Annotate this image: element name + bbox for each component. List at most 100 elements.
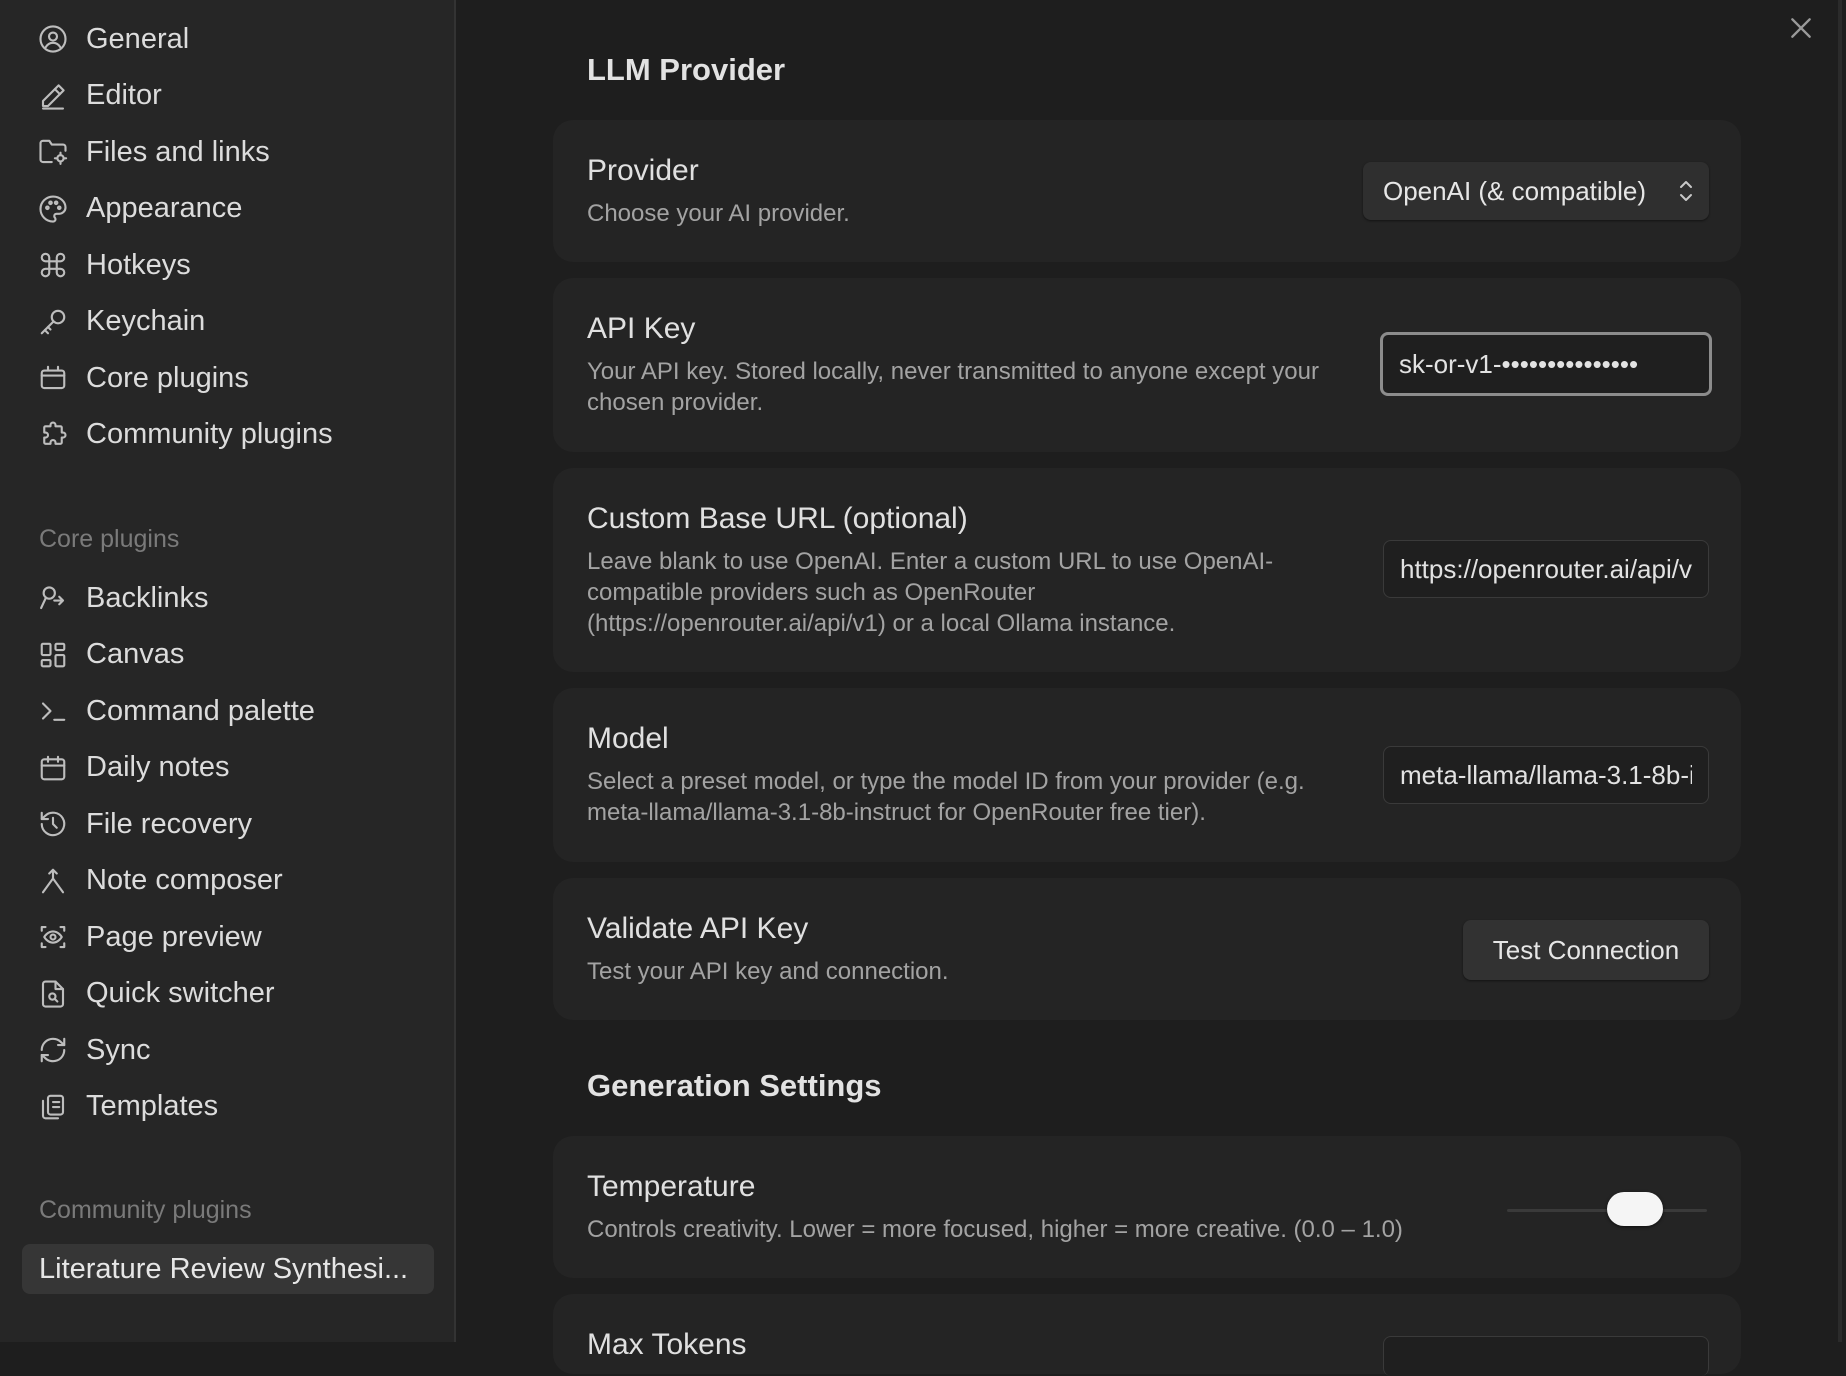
- sidebar-item-note-composer[interactable]: Note composer: [22, 853, 434, 910]
- base-url-input[interactable]: https://openrouter.ai/api/v1: [1383, 540, 1709, 598]
- provider-selected-value: OpenAI (& compatible): [1383, 175, 1647, 206]
- setting-name: Temperature: [587, 1170, 756, 1203]
- options-nav: General Editor Files and links Appearanc…: [22, 11, 434, 463]
- canvas-grid-icon: [38, 640, 68, 670]
- sidebar-item-sync[interactable]: Sync: [22, 1022, 434, 1079]
- sidebar-item-templates[interactable]: Templates: [22, 1079, 434, 1136]
- temperature-slider[interactable]: [1507, 1190, 1707, 1230]
- base-url-setting: Custom Base URL (optional) Leave blank t…: [553, 468, 1741, 672]
- max-tokens-input[interactable]: [1383, 1336, 1709, 1376]
- base-url-value: https://openrouter.ai/api/v1: [1400, 553, 1692, 584]
- sidebar-item-label: Literature Review Synthesi...: [39, 1252, 409, 1285]
- sidebar-item-editor[interactable]: Editor: [22, 68, 434, 125]
- setting-name: Model: [587, 722, 669, 755]
- temperature-setting: Temperature Controls creativity. Lower =…: [553, 1136, 1741, 1278]
- sidebar-item-page-preview[interactable]: Page preview: [22, 909, 434, 966]
- sidebar-item-label: Keychain: [86, 305, 206, 338]
- sidebar-item-label: Editor: [86, 79, 162, 112]
- sidebar-item-daily-notes[interactable]: Daily notes: [22, 740, 434, 797]
- sidebar-item-label: File recovery: [86, 807, 252, 840]
- sidebar-item-label: Hotkeys: [86, 248, 191, 281]
- sidebar-item-command-palette[interactable]: Command palette: [22, 683, 434, 740]
- pencil-icon: [38, 81, 68, 111]
- setting-description: Your API key. Stored locally, never tran…: [587, 358, 1319, 416]
- sidebar-item-label: Page preview: [86, 920, 262, 953]
- sidebar-item-label: General: [86, 22, 190, 55]
- folder-cog-icon: [38, 137, 68, 167]
- backlinks-icon: [38, 583, 68, 613]
- setting-name: Custom Base URL (optional): [587, 502, 968, 535]
- scrollbar[interactable]: [1838, 0, 1842, 1342]
- terminal-icon: [38, 696, 68, 726]
- sidebar-item-backlinks[interactable]: Backlinks: [22, 570, 434, 627]
- api-key-setting: API Key Your API key. Stored locally, ne…: [553, 278, 1741, 452]
- sync-icon: [38, 1035, 68, 1065]
- close-button[interactable]: [1783, 10, 1819, 46]
- close-icon: [1791, 18, 1811, 38]
- slider-thumb[interactable]: [1607, 1192, 1663, 1226]
- command-icon: [38, 250, 68, 280]
- sidebar-item-hotkeys[interactable]: Hotkeys: [22, 237, 434, 294]
- validate-api-key-setting: Validate API Key Test your API key and c…: [553, 878, 1741, 1020]
- model-input[interactable]: meta-llama/llama-3.1-8b-instruct: [1383, 746, 1709, 804]
- model-setting: Model Select a preset model, or type the…: [553, 688, 1741, 862]
- model-value: meta-llama/llama-3.1-8b-instruct: [1400, 759, 1692, 790]
- setting-name: Validate API Key: [587, 912, 809, 945]
- sidebar-item-label: Daily notes: [86, 751, 230, 784]
- plugin-box-icon: [38, 363, 68, 393]
- llm-provider-heading: LLM Provider: [587, 52, 786, 87]
- setting-name: Provider: [587, 154, 699, 187]
- copy-icon: [38, 1092, 68, 1122]
- sidebar-item-literature-review[interactable]: Literature Review Synthesi...: [22, 1244, 434, 1294]
- sidebar-item-label: Core plugins: [86, 361, 249, 394]
- palette-icon: [38, 194, 68, 224]
- community-plugins-nav: Literature Review Synthesi...: [22, 1244, 434, 1294]
- sidebar-item-label: Quick switcher: [86, 977, 275, 1010]
- test-connection-button[interactable]: Test Connection: [1463, 920, 1709, 980]
- key-icon: [38, 307, 68, 337]
- settings-sidebar: General Editor Files and links Appearanc…: [0, 0, 456, 1342]
- setting-description: Leave blank to use OpenAI. Enter a custo…: [587, 548, 1274, 637]
- sidebar-item-file-recovery[interactable]: File recovery: [22, 796, 434, 853]
- max-tokens-setting: Max Tokens: [553, 1294, 1741, 1376]
- chevron-updown-icon: [1677, 178, 1695, 204]
- sidebar-item-core-plugins[interactable]: Core plugins: [22, 350, 434, 407]
- sidebar-item-label: Sync: [86, 1033, 151, 1066]
- setting-name: API Key: [587, 312, 696, 345]
- core-plugins-nav: Backlinks Canvas Command palette Daily n…: [22, 570, 434, 1135]
- puzzle-icon: [38, 420, 68, 450]
- sidebar-item-label: Community plugins: [86, 418, 333, 451]
- setting-name: Max Tokens: [587, 1328, 747, 1361]
- generation-settings-heading: Generation Settings: [587, 1068, 882, 1103]
- eye-scan-icon: [38, 922, 68, 952]
- calendar-icon: [38, 753, 68, 783]
- sidebar-item-quick-switcher[interactable]: Quick switcher: [22, 966, 434, 1023]
- setting-description: Controls creativity. Lower = more focuse…: [587, 1216, 1403, 1243]
- sidebar-item-label: Canvas: [86, 638, 185, 671]
- sidebar-item-label: Templates: [86, 1090, 219, 1123]
- setting-description: Select a preset model, or type the model…: [587, 768, 1305, 826]
- setting-description: Choose your AI provider.: [587, 200, 850, 227]
- user-circle-icon: [38, 24, 68, 54]
- sidebar-item-label: Backlinks: [86, 581, 209, 614]
- provider-select[interactable]: OpenAI (& compatible): [1363, 162, 1709, 220]
- file-search-icon: [38, 979, 68, 1009]
- sidebar-item-community-plugins[interactable]: Community plugins: [22, 407, 434, 464]
- sidebar-item-files-and-links[interactable]: Files and links: [22, 124, 434, 181]
- sidebar-item-label: Command palette: [86, 694, 315, 727]
- sidebar-item-appearance[interactable]: Appearance: [22, 181, 434, 238]
- setting-description: Test your API key and connection.: [587, 958, 949, 985]
- merge-icon: [38, 866, 68, 896]
- sidebar-item-canvas[interactable]: Canvas: [22, 627, 434, 684]
- api-key-value: sk-or-v1-•••••••••••••••: [1399, 348, 1639, 379]
- sidebar-item-keychain[interactable]: Keychain: [22, 294, 434, 351]
- sidebar-item-label: Appearance: [86, 192, 243, 225]
- community-plugins-heading: Community plugins: [39, 1196, 252, 1224]
- core-plugins-heading: Core plugins: [39, 525, 180, 553]
- provider-setting: Provider Choose your AI provider. OpenAI…: [553, 120, 1741, 262]
- api-key-input[interactable]: sk-or-v1-•••••••••••••••: [1380, 332, 1712, 396]
- history-icon: [38, 809, 68, 839]
- sidebar-item-label: Note composer: [86, 864, 283, 897]
- sidebar-item-general[interactable]: General: [22, 11, 434, 68]
- sidebar-item-label: Files and links: [86, 135, 270, 168]
